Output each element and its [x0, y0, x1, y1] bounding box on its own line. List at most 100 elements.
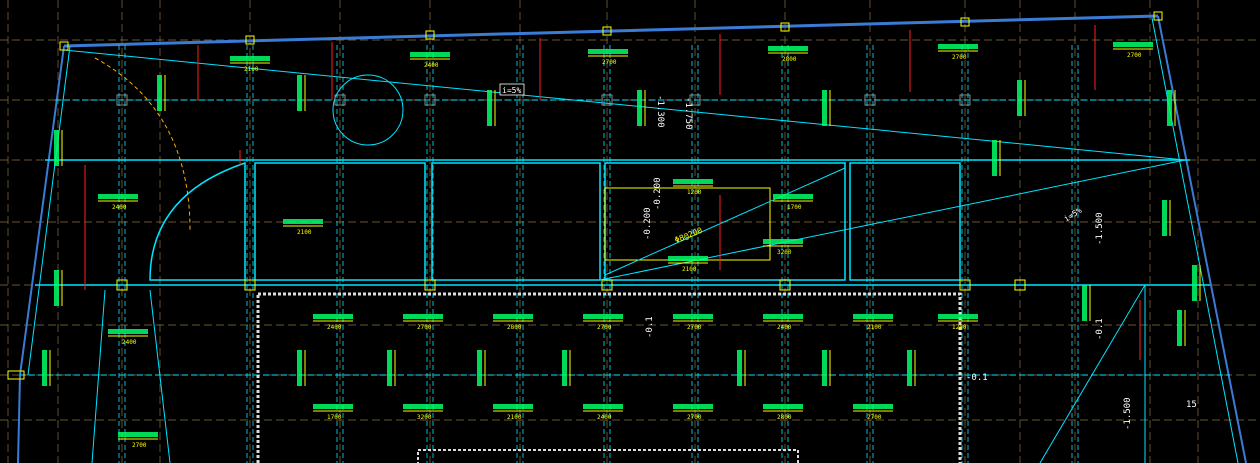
right-triangle [1039, 284, 1146, 463]
rebar-label [403, 314, 443, 319]
dimension-text: 2700 [867, 414, 882, 421]
elev-top-2: -1.750 [683, 97, 693, 130]
rebar-label [1113, 42, 1153, 47]
inner-frame-right [1151, 17, 1239, 463]
dimension-text: 2700 [687, 324, 702, 331]
rebar-label [583, 314, 623, 319]
elev-mid-2: -0.200 [653, 177, 663, 210]
elev-bottom-right: -1.500 [1123, 397, 1133, 430]
rebar-label [98, 194, 138, 199]
rebar-label-v [387, 350, 392, 386]
elevation-labels: -1.300 -1.750 -0.200 -0.200 -1.500 -1.50… [643, 95, 1197, 430]
outer-frame-left [17, 45, 65, 463]
dimension-text: 2700 [597, 324, 612, 331]
rebar-label [853, 404, 893, 409]
slab-panel-4 [849, 162, 961, 281]
rebar-annotations: 2100 2400 2700 2800 2700 2700 2400 2100 1200 1700… [42, 42, 1201, 449]
elev-small-4: 15 [1186, 400, 1197, 410]
rebar-label [668, 256, 708, 261]
left-inclined-beam [91, 289, 106, 463]
rebar-label-v [1017, 80, 1022, 116]
lower-zone-inner [417, 449, 799, 463]
rebar-label [230, 56, 270, 61]
elev-right-1: -1.500 [1095, 212, 1105, 245]
dimension-text: 2100 [507, 414, 522, 421]
rebar-label-v [1192, 265, 1197, 301]
rebar-label [763, 239, 803, 244]
dimension-text: 2400 [424, 62, 439, 69]
columns [7, 11, 1163, 380]
dimension-text: 1700 [787, 204, 802, 211]
dimension-text: 1200 [952, 324, 967, 331]
dashed-arc [94, 57, 191, 231]
rebar-label [938, 314, 978, 319]
dimension-text: 1200 [687, 189, 702, 196]
dimension-text: 2100 [244, 66, 259, 73]
rebar-label [283, 219, 323, 224]
rebar-label [493, 314, 533, 319]
rebar-label [410, 52, 450, 57]
rebar-label-v [1162, 200, 1167, 236]
dimension-text: 2800 [507, 324, 522, 331]
rebar-label [313, 404, 353, 409]
rebar-label-v [297, 350, 302, 386]
slope-tag-1: i=5% [502, 86, 521, 95]
rebar-label [763, 404, 803, 409]
rebar-label [763, 314, 803, 319]
rebar-callout: Φ8@200 [673, 226, 703, 245]
rebar-label [768, 46, 808, 51]
red-marks [84, 25, 1141, 360]
rebar-label [313, 314, 353, 319]
inner-frame-left [27, 45, 71, 376]
rebar-label [673, 314, 713, 319]
grid-lines [0, 0, 1260, 463]
dimension-box-diagonal [604, 167, 846, 276]
rebar-label-v [1167, 90, 1172, 126]
slab-panel-2 [431, 162, 601, 281]
rebar-label-v [992, 140, 997, 176]
rebar-label [118, 432, 158, 437]
vertical-beams [118, 45, 1079, 463]
slab-panel-curved [149, 161, 246, 281]
rebar-label [773, 194, 813, 199]
rebar-label-v [487, 90, 492, 126]
slope-tag-2: i=5% [1062, 206, 1083, 224]
dimension-text: 2700 [602, 59, 617, 66]
rebar-label-v [477, 350, 482, 386]
elev-top-1: -1.300 [655, 95, 665, 128]
lower-zone-border [256, 292, 962, 463]
dimension-text: 2700 [1127, 52, 1142, 59]
rebar-label-v [637, 90, 642, 126]
detail-circle [332, 74, 404, 146]
dimension-text: 2100 [682, 266, 697, 273]
rebar-label [403, 404, 443, 409]
dimension-text: 1700 [327, 414, 342, 421]
dimension-text: 2700 [132, 442, 147, 449]
rebar-label [583, 404, 623, 409]
rebar-label-v [157, 75, 162, 111]
rebar-label [938, 44, 978, 49]
rebar-label-v [822, 90, 827, 126]
rebar-label [673, 404, 713, 409]
rebar-label-v [42, 350, 47, 386]
dimension-text: 3200 [777, 249, 792, 256]
dimension-text: 2400 [777, 324, 792, 331]
rebar-label [108, 329, 148, 334]
rebar-label [673, 179, 713, 184]
elev-small-3: -0.1 [966, 373, 988, 383]
rebar-label-v [822, 350, 827, 386]
rebar-label-v [54, 270, 59, 306]
rebar-label-v [297, 75, 302, 111]
dimension-box [604, 187, 771, 261]
rebar-label-v [737, 350, 742, 386]
rebar-label-v [562, 350, 567, 386]
elev-small-2: -0.1 [1095, 318, 1105, 340]
elev-mid-1: -0.200 [643, 207, 653, 240]
structural-outline [17, 14, 1247, 463]
dimension-text: 2100 [297, 229, 312, 236]
rebar-label-v [1177, 310, 1182, 346]
dimension-text: 2700 [687, 414, 702, 421]
rebar-label-v [1082, 285, 1087, 321]
rebar-label-v [54, 130, 59, 166]
elev-small-1: -0.1 [645, 316, 655, 338]
